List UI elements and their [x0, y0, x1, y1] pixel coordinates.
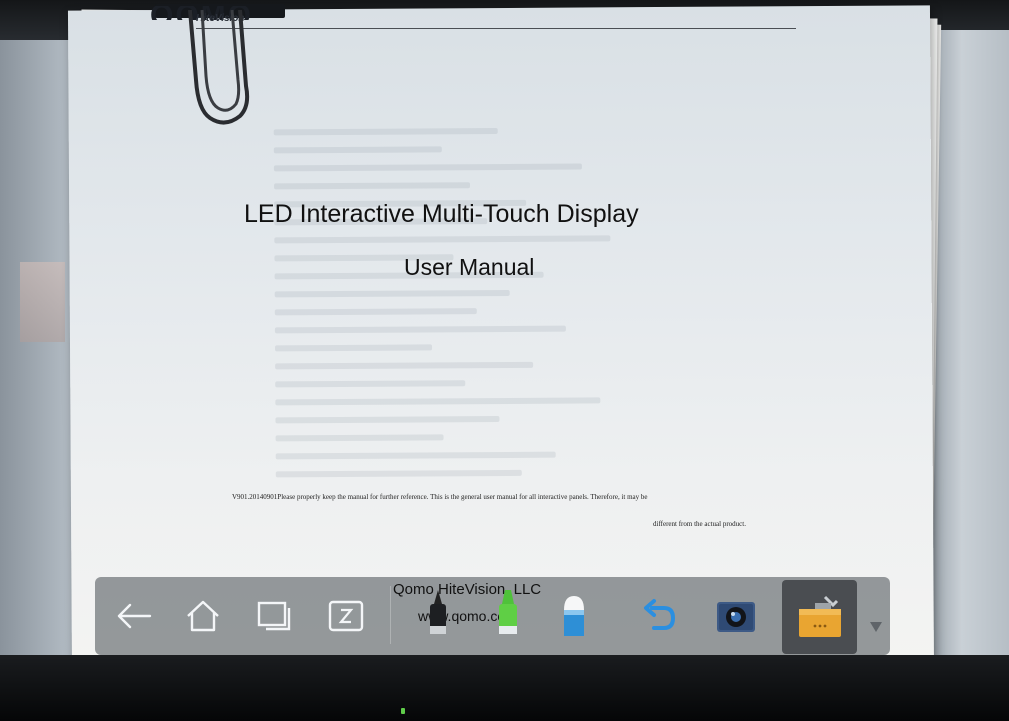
z-button[interactable] — [320, 590, 372, 642]
table-of-contents-bleedthrough — [273, 126, 836, 489]
undo-icon — [644, 599, 676, 630]
undo-button[interactable] — [634, 590, 686, 642]
manual-title-line1: LED Interactive Multi-Touch Display — [244, 200, 639, 228]
eraser-icon — [564, 596, 584, 636]
triangle-down-icon — [870, 622, 882, 632]
screenshot-button[interactable] — [710, 590, 762, 642]
toolbar-separator — [390, 586, 391, 644]
recent-apps-button[interactable] — [249, 590, 301, 642]
home-icon — [187, 600, 219, 632]
black-pen-icon — [430, 590, 446, 634]
back-button[interactable] — [108, 590, 160, 642]
tools-button[interactable] — [794, 592, 846, 644]
recent-apps-icon — [257, 601, 291, 631]
arrow-left-icon — [117, 603, 152, 629]
toolbox-icon — [799, 595, 841, 637]
z-icon — [328, 600, 364, 632]
screen-bottom-bezel — [0, 655, 1009, 721]
toolbar-scroll-button[interactable] — [868, 620, 884, 639]
power-indicator-led — [401, 708, 405, 714]
manual-title-line2: User Manual — [404, 254, 535, 280]
background-wall-right — [930, 30, 1009, 670]
eraser-button[interactable] — [548, 590, 600, 642]
manual-note-line1: V901.20140901Please properly keep the ma… — [232, 493, 648, 501]
header-rule — [196, 28, 796, 29]
home-button[interactable] — [177, 590, 229, 642]
manual-note-line2: different from the actual product. — [653, 520, 746, 528]
highlighter-button[interactable] — [482, 590, 534, 642]
binder-clip-icon — [188, 10, 250, 125]
black-pen-button[interactable] — [412, 590, 464, 642]
camera-icon — [717, 602, 755, 632]
screen-reflection — [20, 262, 65, 342]
green-highlighter-icon — [499, 590, 517, 634]
